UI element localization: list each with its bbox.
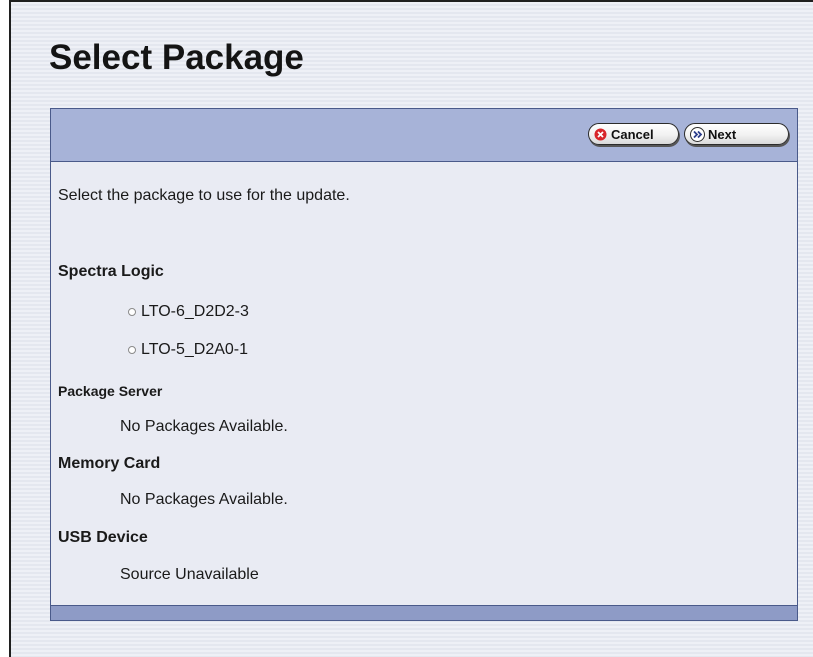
next-button[interactable]: Next xyxy=(684,123,789,145)
section-heading-package-server: Package Server xyxy=(58,383,163,399)
package-option-lto6[interactable]: LTO-6_D2D2-3 xyxy=(128,303,249,321)
instruction-text: Select the package to use for the update… xyxy=(58,187,350,204)
radio-button[interactable] xyxy=(128,308,136,316)
panel-toolbar: Cancel Next xyxy=(51,109,797,162)
select-package-panel: Cancel Next Select the package to use fo… xyxy=(50,108,798,621)
package-option-label: LTO-5_D2A0-1 xyxy=(141,341,249,358)
section-heading-memory-card: Memory Card xyxy=(58,455,161,472)
next-button-label: Next xyxy=(708,126,737,142)
cancel-button-label: Cancel xyxy=(611,126,654,142)
package-option-lto5[interactable]: LTO-5_D2A0-1 xyxy=(128,341,248,359)
window-frame: Select Package Cancel Next Select the pa… xyxy=(9,0,813,657)
memory-card-status: No Packages Available. xyxy=(120,491,288,508)
radio-button[interactable] xyxy=(128,346,136,354)
cancel-icon xyxy=(594,128,607,140)
double-chevron-right-icon xyxy=(690,126,705,142)
panel-footer-bar xyxy=(51,605,797,620)
page-title: Select Package xyxy=(49,38,304,77)
usb-device-status: Source Unavailable xyxy=(120,566,259,583)
section-heading-usb-device: USB Device xyxy=(58,529,148,546)
cancel-button[interactable]: Cancel xyxy=(588,123,679,145)
package-server-status: No Packages Available. xyxy=(120,418,288,435)
section-heading-spectra-logic: Spectra Logic xyxy=(58,263,164,280)
package-option-label: LTO-6_D2D2-3 xyxy=(141,303,249,320)
